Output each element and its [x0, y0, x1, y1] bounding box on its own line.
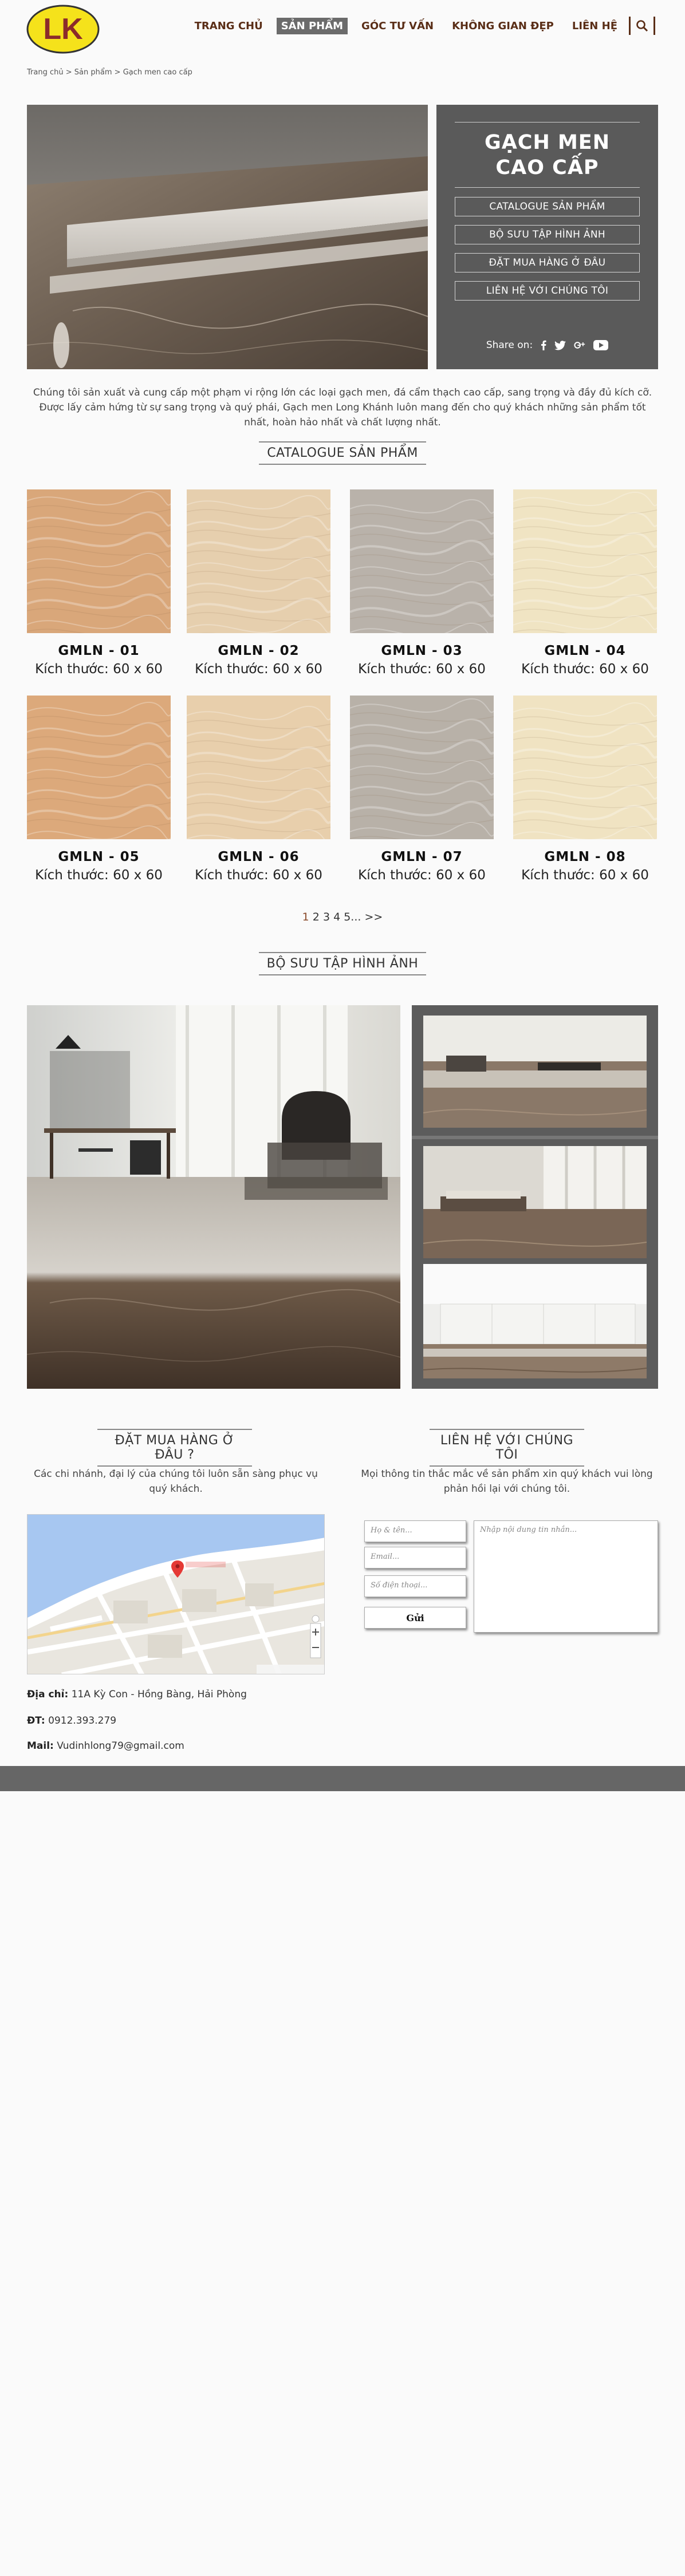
product-code[interactable]: GMLN - 05 — [27, 850, 171, 864]
product-card[interactable]: GMLN - 04 Kích thước: 60 x 60 — [513, 489, 658, 677]
nav-products[interactable]: SẢN PHẨM — [276, 17, 348, 34]
svg-text:LK: LK — [43, 13, 83, 46]
product-code[interactable]: GMLN - 02 — [187, 643, 330, 658]
gallery-thumb-1[interactable] — [423, 1016, 647, 1128]
breadcrumb-separator: > — [114, 68, 121, 77]
mail-line: Mail: Vudinhlong79@gmail.com — [27, 1740, 184, 1752]
where-to-buy-title: ĐẶT MUA HÀNG Ở ĐÂU ? — [97, 1429, 252, 1467]
pagination: 1 2 3 4 5... >> — [0, 911, 685, 923]
divider — [455, 187, 640, 188]
product-card[interactable]: GMLN - 02 Kích thước: 60 x 60 — [186, 489, 332, 677]
where-to-buy-text: Các chi nhánh, đại lý của chúng tôi luôn… — [34, 1468, 318, 1495]
product-tile-image[interactable] — [186, 696, 332, 853]
product-card[interactable]: GMLN - 08 Kích thước: 60 x 60 — [513, 696, 658, 883]
gallery-thumb-3[interactable] — [423, 1264, 647, 1378]
product-code[interactable]: GMLN - 06 — [187, 850, 330, 864]
catalogue-section-title: CATALOGUE SẢN PHẨM — [0, 441, 685, 465]
product-tile-image[interactable] — [26, 696, 172, 849]
google-plus-icon[interactable] — [574, 341, 585, 350]
breadcrumb-home[interactable]: Trang chủ — [27, 68, 64, 77]
contact-title: LIÊN HỆ VỚI CHÚNG TÔI — [430, 1429, 584, 1467]
divider — [412, 1136, 658, 1139]
product-size: Kích thước: 60 x 60 — [521, 662, 649, 677]
address-line: Địa chỉ: 11A Kỳ Con - Hồng Bàng, Hải Phò… — [27, 1689, 247, 1700]
email-field[interactable]: Email... — [364, 1547, 466, 1568]
product-size: Kích thước: 60 x 60 — [358, 662, 486, 677]
product-card[interactable]: GMLN - 06 Kích thước: 60 x 60 — [186, 696, 332, 883]
nav-spaces[interactable]: KHÔNG GIAN ĐẸP — [447, 18, 558, 34]
search-icon[interactable] — [631, 17, 653, 35]
contact-text: Mọi thông tin thắc mắc về sản phẩm xin q… — [361, 1468, 653, 1495]
product-tile-image[interactable] — [26, 489, 172, 638]
phone-line: ĐT: 0912.393.279 — [27, 1715, 117, 1726]
message-field[interactable]: Nhập nội dung tin nhắn... — [474, 1520, 658, 1633]
hero-floor-image — [27, 105, 428, 369]
product-size: Kích thước: 60 x 60 — [35, 662, 163, 677]
site-header: LK TRANG CHỦ SẢN PHẨM GÓC TƯ VẤN KHÔNG G… — [0, 0, 685, 57]
brand-logo[interactable]: LK — [26, 5, 100, 54]
main-nav: TRANG CHỦ SẢN PHẨM GÓC TƯ VẤN KHÔNG GIAN… — [181, 16, 655, 35]
product-code[interactable]: GMLN - 01 — [27, 643, 171, 658]
gallery-section-title: BỘ SƯU TẬP HÌNH ẢNH — [0, 952, 685, 975]
product-code[interactable]: GMLN - 03 — [350, 643, 494, 658]
product-tile-image[interactable] — [186, 489, 332, 642]
nav-divider — [653, 17, 655, 35]
contact-us-button[interactable]: LIÊN HỆ VỚI CHÚNG TÔI — [455, 281, 640, 301]
divider — [455, 122, 640, 123]
name-field[interactable]: Họ & tên... — [364, 1520, 466, 1542]
hero-panel: GẠCH MEN CAO CẤP CATALOGUE SẢN PHẨM BỘ S… — [436, 105, 658, 369]
breadcrumb: Trang chủ > Sản phẩm > Gạch men cao cấp — [27, 68, 192, 77]
product-tile-image[interactable] — [513, 489, 658, 639]
facebook-icon[interactable] — [541, 340, 546, 350]
gallery-main-image[interactable] — [27, 1005, 400, 1389]
product-size: Kích thước: 60 x 60 — [358, 868, 486, 883]
intro-paragraph: Chúng tôi sản xuất và cung cấp một phạm … — [33, 387, 652, 428]
product-card[interactable]: GMLN - 03 Kích thước: 60 x 60 — [349, 489, 495, 677]
product-size: Kích thước: 60 x 60 — [195, 662, 322, 677]
product-size: Kích thước: 60 x 60 — [195, 868, 322, 883]
page-1[interactable]: 1 — [302, 911, 309, 923]
product-code[interactable]: GMLN - 08 — [513, 850, 657, 864]
nav-advice[interactable]: GÓC TƯ VẤN — [357, 18, 438, 34]
share-label: Share on: — [486, 339, 533, 351]
share-bar: Share on: — [436, 339, 658, 351]
page-next[interactable]: >> — [364, 911, 383, 923]
page-4[interactable]: 4 — [333, 911, 340, 923]
youtube-icon[interactable] — [593, 340, 609, 350]
where-to-buy-button[interactable]: ĐẶT MUA HÀNG Ở ĐÂU — [455, 253, 640, 272]
send-button[interactable]: Gửi — [364, 1607, 466, 1629]
product-code[interactable]: GMLN - 07 — [350, 850, 494, 864]
gallery-thumbnails — [412, 1005, 658, 1389]
page-5[interactable]: 5... — [344, 911, 361, 923]
breadcrumb-separator: > — [65, 68, 72, 77]
product-card[interactable]: GMLN - 05 Kích thước: 60 x 60 — [26, 696, 172, 883]
product-tile-image[interactable] — [349, 489, 495, 646]
gallery-button[interactable]: BỘ SƯU TẬP HÌNH ẢNH — [455, 225, 640, 244]
nav-home[interactable]: TRANG CHỦ — [190, 18, 267, 34]
product-size: Kích thước: 60 x 60 — [521, 868, 649, 883]
page-3[interactable]: 3 — [323, 911, 330, 923]
product-size: Kích thước: 60 x 60 — [35, 868, 163, 883]
product-card[interactable]: GMLN - 01 Kích thước: 60 x 60 — [26, 489, 172, 677]
product-tile-image[interactable] — [513, 696, 658, 850]
product-code[interactable]: GMLN - 04 — [513, 643, 657, 658]
nav-contact[interactable]: LIÊN HỆ — [568, 18, 622, 34]
catalogue-button[interactable]: CATALOGUE SẢN PHẨM — [455, 197, 640, 216]
breadcrumb-products[interactable]: Sản phẩm — [74, 68, 112, 77]
page-title: GẠCH MEN CAO CẤP — [484, 131, 610, 179]
product-card[interactable]: GMLN - 07 Kích thước: 60 x 60 — [349, 696, 495, 883]
store-map[interactable] — [27, 1514, 325, 1674]
site-footer — [0, 1766, 685, 1791]
twitter-icon[interactable] — [554, 340, 566, 350]
mail-link[interactable]: Vudinhlong79@gmail.com — [57, 1740, 184, 1752]
product-tile-image[interactable] — [349, 696, 495, 846]
breadcrumb-current: Gạch men cao cấp — [123, 68, 192, 77]
page-2[interactable]: 2 — [313, 911, 320, 923]
gallery-thumb-2[interactable] — [423, 1146, 647, 1258]
phone-field[interactable]: Số điện thoại... — [364, 1575, 466, 1597]
